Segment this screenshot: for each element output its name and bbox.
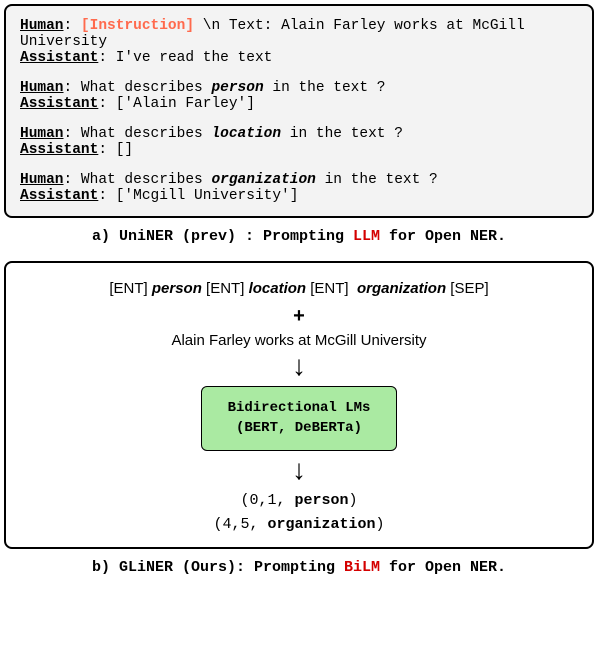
assistant-role: Assistant xyxy=(20,188,98,204)
panel-gliner: [ENT] person [ENT] location [ENT] organi… xyxy=(4,261,594,549)
turn2-assistant-line: Assistant: ['Alain Farley'] xyxy=(20,96,578,112)
caption-a-pre: a) UniNER (prev) : Prompting xyxy=(92,228,353,245)
turn2-human-line: Human: What describes person in the text… xyxy=(20,80,578,96)
q-post: in the text ? xyxy=(316,172,438,188)
turn3-answer: [] xyxy=(116,142,133,158)
caption-a-red: LLM xyxy=(353,228,380,245)
input-sentence: Alain Farley works at McGill University xyxy=(26,332,572,349)
assistant-role: Assistant xyxy=(20,96,98,112)
lm-line2: (BERT, DeBERTa) xyxy=(228,419,371,439)
turn-2: Human: What describes person in the text… xyxy=(20,80,578,112)
assistant-role: Assistant xyxy=(20,50,98,66)
output-row: (4,5, organization) xyxy=(26,513,572,537)
human-role: Human xyxy=(20,80,64,96)
arrow-down-icon: ↓ xyxy=(26,457,572,482)
caption-b-red: BiLM xyxy=(344,559,380,576)
arrow-down-icon: ↓ xyxy=(26,353,572,378)
out1-label: person xyxy=(294,492,348,509)
out1-pre: (0,1, xyxy=(240,492,294,509)
q-pre: What describes xyxy=(81,80,212,96)
human-role: Human xyxy=(20,126,64,142)
entity-location: location xyxy=(249,280,307,297)
q-pre: What describes xyxy=(81,126,212,142)
lm-line1: Bidirectional LMs xyxy=(228,399,371,419)
entity-person: person xyxy=(152,280,202,297)
caption-a-post: for Open NER. xyxy=(380,228,506,245)
output-tuples: (0,1, person) (4,5, organization) xyxy=(26,489,572,537)
entity-organization: organization xyxy=(211,172,315,188)
sep-token: [SEP] xyxy=(450,280,488,297)
caption-b-pre: b) GLiNER (Ours): Prompting xyxy=(92,559,344,576)
ent-token: [ENT] xyxy=(310,280,348,297)
ent-token: [ENT] xyxy=(206,280,244,297)
turn3-human-line: Human: What describes location in the te… xyxy=(20,126,578,142)
turn1-assistant-line: Assistant: I've read the text xyxy=(20,50,578,66)
output-row: (0,1, person) xyxy=(26,489,572,513)
plus-icon: + xyxy=(26,305,572,328)
turn-1: Human: [Instruction] \n Text: Alain Farl… xyxy=(20,18,578,66)
turn4-human-line: Human: What describes organization in th… xyxy=(20,172,578,188)
turn3-assistant-line: Assistant: [] xyxy=(20,142,578,158)
ent-token: [ENT] xyxy=(109,280,147,297)
entity-location: location xyxy=(211,126,281,142)
caption-a: a) UniNER (prev) : Prompting LLM for Ope… xyxy=(4,228,594,245)
turn1-human-line: Human: [Instruction] \n Text: Alain Farl… xyxy=(20,18,578,50)
out1-post: ) xyxy=(349,492,358,509)
turn4-assistant-line: Assistant: ['Mcgill University'] xyxy=(20,188,578,204)
entity-person: person xyxy=(211,80,263,96)
out2-pre: (4,5, xyxy=(213,516,267,533)
bilm-box: Bidirectional LMs (BERT, DeBERTa) xyxy=(201,386,398,451)
human-role: Human xyxy=(20,172,64,188)
turn4-answer: ['Mcgill University'] xyxy=(116,188,299,204)
assistant-role: Assistant xyxy=(20,142,98,158)
caption-b: b) GLiNER (Ours): Prompting BiLM for Ope… xyxy=(4,559,594,576)
turn-4: Human: What describes organization in th… xyxy=(20,172,578,204)
human-role: Human xyxy=(20,18,64,34)
out2-label: organization xyxy=(267,516,375,533)
caption-b-post: for Open NER. xyxy=(380,559,506,576)
q-post: in the text ? xyxy=(264,80,386,96)
q-pre: What describes xyxy=(81,172,212,188)
q-post: in the text ? xyxy=(281,126,403,142)
panel-uniner: Human: [Instruction] \n Text: Alain Farl… xyxy=(4,4,594,218)
turn2-answer: ['Alain Farley'] xyxy=(116,96,255,112)
entity-organization: organization xyxy=(357,280,446,297)
turn-3: Human: What describes location in the te… xyxy=(20,126,578,158)
turn1-assistant-text: I've read the text xyxy=(116,50,273,66)
out2-post: ) xyxy=(376,516,385,533)
entity-token-line: [ENT] person [ENT] location [ENT] organi… xyxy=(26,277,572,301)
instruction-marker: [Instruction] xyxy=(81,18,194,34)
